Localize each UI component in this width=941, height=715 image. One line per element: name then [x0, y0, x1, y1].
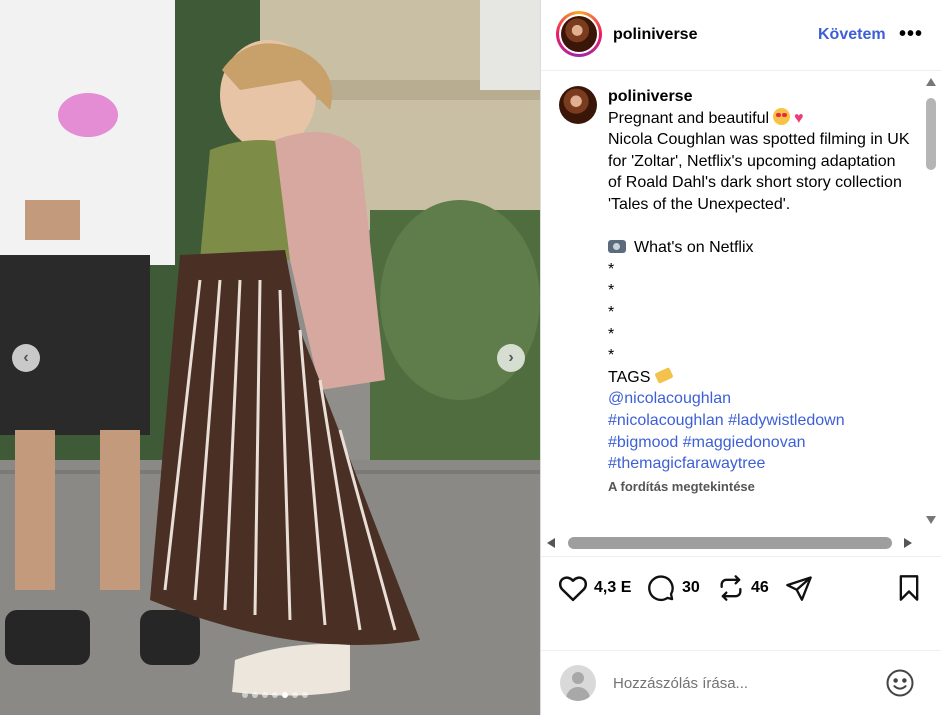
avatar — [561, 16, 597, 52]
carousel-dot — [262, 692, 268, 698]
carousel-dot-active — [282, 692, 288, 698]
heart-icon — [558, 576, 588, 602]
caption-line: TAGS — [608, 366, 913, 389]
repost-count[interactable]: 46 — [751, 579, 769, 597]
caption-body: poliniverse Pregnant and beautiful ♥ Nico… — [608, 86, 913, 497]
label-emoji-icon — [654, 366, 674, 384]
carousel-dot — [252, 692, 258, 698]
comment-input[interactable] — [613, 672, 873, 694]
horizontal-scroll-thumb[interactable] — [568, 537, 892, 549]
save-button[interactable] — [897, 574, 921, 602]
carousel-dot — [242, 692, 248, 698]
see-translation-link[interactable]: A fordítás megtekintése — [608, 476, 913, 498]
camera-emoji-icon — [608, 240, 626, 254]
heart-eyes-emoji-icon — [773, 107, 791, 125]
caption-blank — [608, 216, 913, 238]
share-button[interactable] — [785, 574, 813, 602]
follow-button[interactable]: Követem — [818, 26, 886, 44]
carousel-dot — [272, 692, 278, 698]
header-username[interactable]: poliniverse — [613, 26, 697, 44]
carousel-next-button[interactable]: › — [497, 344, 525, 372]
carousel-indicator — [242, 692, 308, 698]
repost-icon — [720, 575, 742, 601]
heart-emoji-icon: ♥ — [794, 109, 804, 127]
user-avatar-icon — [560, 665, 596, 701]
like-button[interactable]: 4,3 E — [558, 574, 631, 602]
vertical-scroll-thumb[interactable] — [926, 98, 936, 170]
caption-line: * — [608, 325, 615, 343]
caption-line: * — [608, 347, 615, 365]
post-header: poliniverse Követem ••• — [541, 0, 941, 71]
caption-line: Pregnant and beautiful ♥ — [608, 107, 804, 127]
hashtag-link[interactable]: #bigmood #maggiedonovan — [608, 432, 913, 454]
scroll-right-icon[interactable] — [904, 538, 912, 548]
caption-line: * — [608, 303, 615, 321]
caption-line: Nicola Coughlan was spotted filming in U… — [608, 131, 914, 213]
more-options-icon[interactable]: ••• — [899, 23, 923, 46]
post-sidebar: poliniverse Követem ••• poliniverse Preg… — [540, 0, 941, 715]
smiley-icon[interactable] — [885, 668, 915, 698]
scroll-down-icon[interactable] — [926, 516, 936, 524]
scroll-up-icon[interactable] — [926, 78, 936, 86]
caption-line: * — [608, 282, 615, 300]
scroll-left-icon[interactable] — [547, 538, 555, 548]
carousel-dot — [302, 692, 308, 698]
like-count[interactable]: 4,3 E — [594, 579, 631, 597]
vertical-scrollbar[interactable] — [921, 72, 941, 534]
horizontal-scrollbar[interactable] — [541, 534, 921, 554]
action-bar: 4,3 E 30 46 — [541, 556, 941, 616]
caption-username[interactable]: poliniverse — [608, 86, 913, 108]
caption-avatar[interactable] — [559, 86, 597, 124]
story-avatar[interactable] — [556, 11, 602, 57]
comment-bubble-icon — [648, 575, 674, 601]
hashtag-link[interactable]: #themagicfarawaytree — [608, 453, 913, 475]
post-image — [0, 0, 540, 715]
comment-count[interactable]: 30 — [682, 579, 700, 597]
mention-link[interactable]: @nicolacoughlan — [608, 388, 913, 410]
send-icon — [786, 576, 812, 601]
bookmark-icon — [899, 575, 919, 601]
comment-button[interactable]: 30 — [646, 574, 700, 602]
comment-composer — [541, 650, 941, 715]
repost-button[interactable]: 46 — [717, 574, 769, 602]
hashtag-link[interactable]: #nicolacoughlan #ladywistledown — [608, 410, 913, 432]
caption-area: poliniverse Pregnant and beautiful ♥ Nico… — [541, 72, 941, 552]
post-photo: ‹ › — [0, 0, 540, 715]
caption-line: What's on Netflix — [608, 237, 913, 259]
caption-line: * — [608, 260, 615, 278]
carousel-dot — [292, 692, 298, 698]
carousel-prev-button[interactable]: ‹ — [12, 344, 40, 372]
